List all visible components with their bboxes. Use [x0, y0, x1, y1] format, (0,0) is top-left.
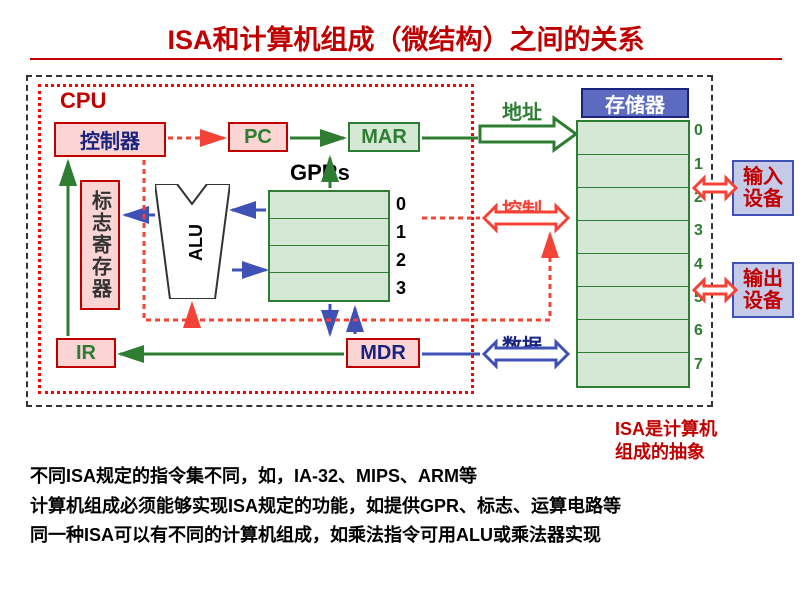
input-device-block: 输入 设备 — [732, 160, 794, 216]
gpr-index: 1 — [396, 222, 406, 243]
mem-index: 0 — [694, 122, 703, 140]
gpr-index: 3 — [396, 278, 406, 299]
mem-index: 3 — [694, 222, 703, 240]
mem-index: 4 — [694, 256, 703, 274]
cpu-label: CPU — [60, 88, 106, 114]
controller-block: 控制器 — [54, 122, 166, 157]
memory-block — [576, 120, 690, 388]
output-label-1: 输出 — [743, 268, 783, 290]
isa-note: ISA是计算机 组成的抽象 — [615, 418, 717, 465]
data-bus-label: 数据 — [502, 330, 542, 359]
output-label-2: 设备 — [743, 290, 783, 312]
memory-label: 存储器 — [581, 88, 689, 118]
mdr-block: MDR — [346, 338, 420, 368]
control-bus-label: 控制 — [502, 194, 542, 223]
mar-block: MAR — [348, 122, 420, 152]
body-line-3: 同一种ISA可以有不同的计算机组成，如乘法指令可用ALU或乘法器实现 — [30, 521, 782, 551]
gpr-index: 2 — [396, 250, 406, 271]
isa-note-l2: 组成的抽象 — [615, 442, 705, 462]
mem-index: 7 — [694, 356, 703, 374]
flags-block: 标志寄存器 — [80, 180, 120, 310]
input-label-1: 输入 — [743, 166, 783, 188]
output-device-block: 输出 设备 — [732, 262, 794, 318]
mem-index: 1 — [694, 156, 703, 174]
pc-block: PC — [228, 122, 288, 152]
title-underline — [30, 58, 782, 60]
alu-label: ALU — [186, 224, 207, 261]
mem-index: 2 — [694, 189, 703, 207]
gpr-index: 0 — [396, 194, 406, 215]
mem-index: 6 — [694, 322, 703, 340]
gprs-label: GPRs — [290, 160, 350, 186]
body-text: 不同ISA规定的指令集不同，如，IA-32、MIPS、ARM等 计算机组成必须能… — [30, 462, 782, 551]
gprs-block — [268, 190, 390, 302]
isa-note-l1: ISA是计算机 — [615, 419, 717, 439]
body-line-1: 不同ISA规定的指令集不同，如，IA-32、MIPS、ARM等 — [30, 462, 782, 492]
mem-index: 5 — [694, 289, 703, 307]
ir-block: IR — [56, 338, 116, 368]
address-bus-label: 地址 — [502, 96, 542, 125]
input-label-2: 设备 — [743, 188, 783, 210]
body-line-2: 计算机组成必须能够实现ISA规定的功能，如提供GPR、标志、运算电路等 — [30, 492, 782, 522]
slide-title: ISA和计算机组成（微结构）之间的关系 — [0, 18, 812, 57]
